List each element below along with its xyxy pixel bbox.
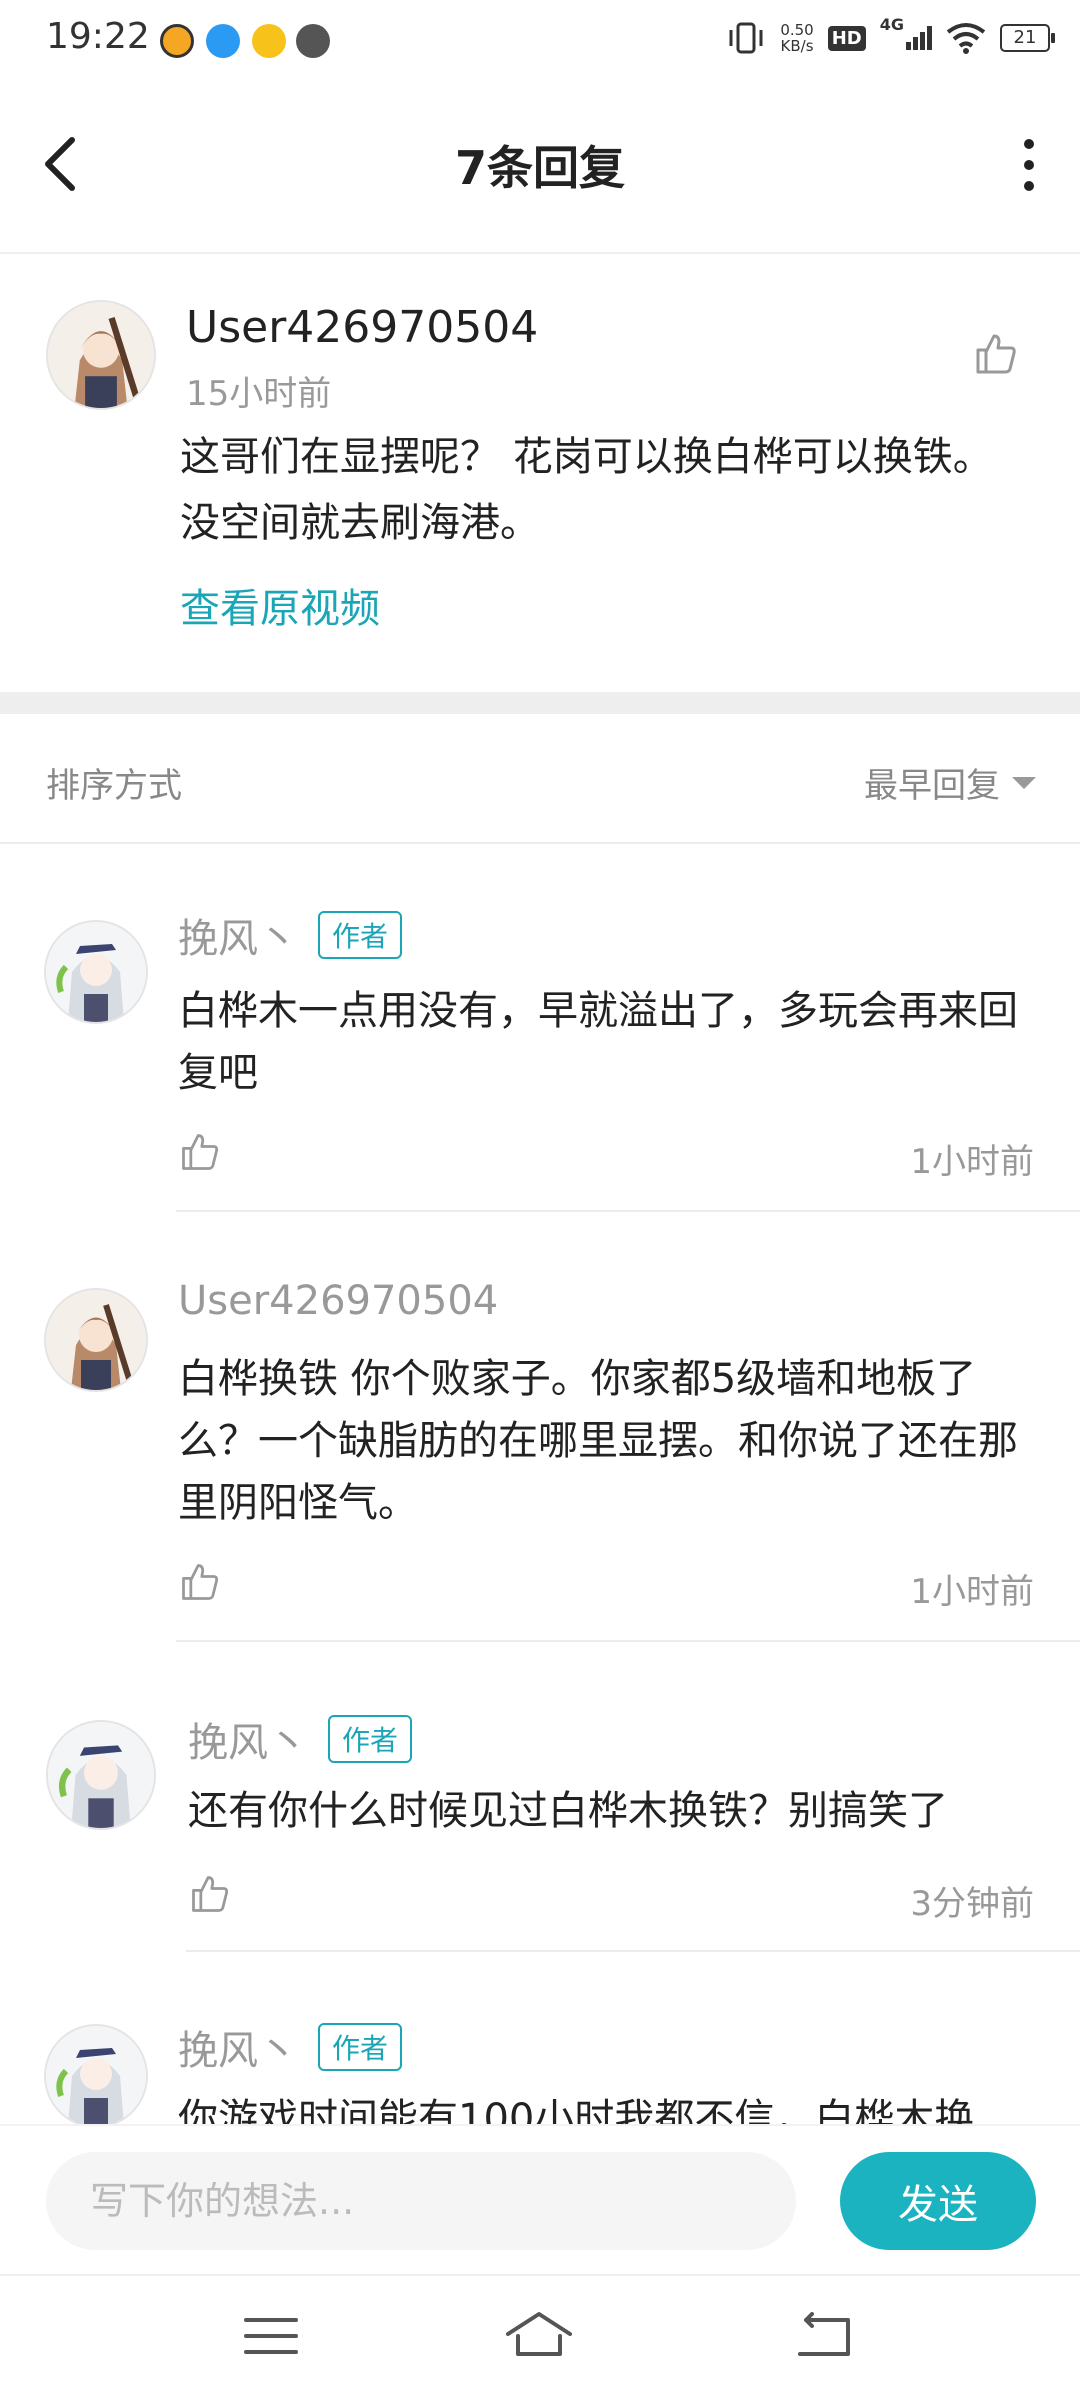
avatar-girl-silver-icon [46,922,146,1022]
app-icon-gray [296,24,330,58]
reply-username[interactable]: User426970504 [178,1278,498,1324]
battery-icon: 21 [1000,24,1055,52]
reply-divider [176,1640,1080,1642]
reply-username[interactable]: 挽风丶 [178,2018,298,2076]
status-indicators: 0.50 KB/s HD 4G 21 [726,15,1055,56]
author-badge: 作者 [318,911,403,959]
thumbs-up-icon [192,1876,229,1912]
reply-text: 还有你什么时候见过白桦木换铁？别搞笑了 [188,1788,948,1834]
chevron-down-icon [1012,776,1036,789]
avatar-girl-silver-icon [48,1722,154,1828]
thumbs-up-icon [182,1134,219,1170]
avatar[interactable] [44,2024,148,2124]
reply-username[interactable]: 挽风丶 [178,906,298,964]
like-button[interactable] [972,330,1020,378]
author-badge: 作者 [318,2023,403,2071]
avatar[interactable] [44,1288,148,1392]
reply-text: 白桦换铁 你个败家子。你家都5级墙和地板了么？一个缺脂肪的在哪里显摆。和你说了还… [178,1356,1018,1526]
vibrate-icon [729,22,763,54]
avatar-girl-silver-icon [46,2026,146,2124]
page-title: 7条回复 [454,141,625,195]
reply-username[interactable]: 挽风丶 [188,1710,308,1768]
menu-icon [244,2318,298,2354]
sort-dropdown[interactable]: 最早回复 [864,758,1036,807]
more-vertical-icon [1024,139,1034,191]
app-icon-blue [206,24,240,58]
reply-item-clipped: 挽风丶 作者 你游戏时间能有100小时我都不信，白桦木换 [0,1952,1080,2124]
more-button[interactable] [1004,130,1054,200]
hd-badge: HD [827,25,866,51]
avatar-girl-brown-icon [48,302,154,408]
home-nav-button[interactable] [504,2306,574,2366]
status-time: 19:22 [46,16,150,57]
sort-divider [0,842,1080,844]
menu-nav-button[interactable] [236,2306,306,2366]
header: 7条回复 [0,82,1080,254]
like-button[interactable] [188,1872,232,1916]
reply-header: 挽风丶 作者 [188,1710,413,1768]
wifi-icon [946,23,986,54]
avatar[interactable] [46,1720,156,1830]
reply-time: 3分钟前 [910,1884,1034,1924]
sort-selected: 最早回复 [864,766,1000,806]
thumbs-up-icon [182,1564,219,1600]
main-comment-username[interactable]: User426970504 [186,302,538,353]
comment-input-bar: 发送 [0,2124,1080,2276]
status-bar: 19:22 0.50 KB/s HD 4G 21 [0,0,1080,82]
like-button[interactable] [178,1560,222,1604]
reply-header: User426970504 [178,1278,498,1324]
reply-divider [176,1210,1080,1212]
main-comment-time: 15小时前 [186,374,332,414]
reply-time: 1小时前 [910,1142,1034,1182]
back-nav-button[interactable] [790,2306,860,2366]
signal-icon: 4G [880,15,932,50]
send-button[interactable]: 发送 [840,2152,1036,2250]
reply-time: 1小时前 [910,1572,1034,1612]
home-icon [506,2312,572,2356]
back-arrow-icon [798,2312,850,2356]
author-badge: 作者 [328,1715,413,1763]
section-divider [0,692,1080,714]
system-nav-bar [0,2274,1080,2402]
comment-input[interactable] [46,2152,796,2250]
sort-label: 排序方式 [46,766,182,806]
app-icon-orange [160,24,194,58]
avatar[interactable] [44,920,148,1024]
net-speed: 0.50 KB/s [780,21,814,55]
view-original-video-link[interactable]: 查看原视频 [180,576,380,634]
thumbs-up-icon [976,334,1016,374]
reply-header: 挽风丶 作者 [178,2018,403,2076]
like-button[interactable] [178,1130,222,1174]
reply-text: 白桦木一点用没有，早就溢出了，多玩会再来回复吧 [178,988,1018,1096]
reply-header: 挽风丶 作者 [178,906,403,964]
avatar[interactable] [46,300,156,410]
avatar-girl-brown-icon [46,1290,146,1390]
app-icon-yellow [252,24,286,58]
reply-text: 你游戏时间能有100小时我都不信，白桦木换 [178,2096,975,2124]
main-comment-text: 这哥们在显摆呢？ 花岗可以换白桦可以换铁。 没空间就去刷海港。 [180,434,993,546]
